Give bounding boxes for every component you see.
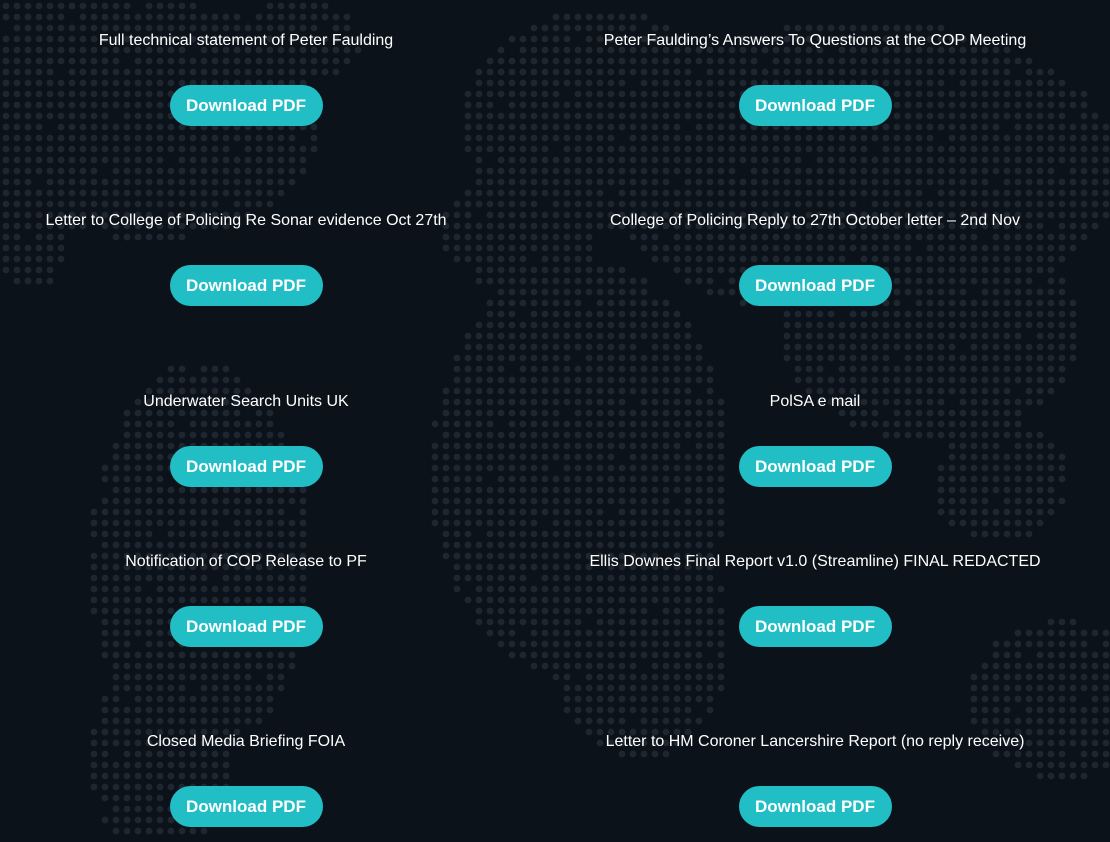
document-item: Underwater Search Units UK Download PDF <box>0 392 511 487</box>
download-pdf-button[interactable]: Download PDF <box>738 265 892 306</box>
download-pdf-button[interactable]: Download PDF <box>169 446 323 487</box>
document-title: Full technical statement of Peter Fauldi… <box>98 32 394 49</box>
document-title: PolSA e mail <box>769 393 861 410</box>
document-item: Full technical statement of Peter Fauldi… <box>0 31 511 126</box>
document-title: Closed Media Briefing FOIA <box>146 733 346 750</box>
document-title: College of Policing Reply to 27th Octobe… <box>609 212 1020 229</box>
document-title: Ellis Downes Final Report v1.0 (Streamli… <box>589 553 1041 570</box>
document-item: Letter to College of Policing Re Sonar e… <box>0 211 511 306</box>
download-pdf-button[interactable]: Download PDF <box>738 606 892 647</box>
download-pdf-button[interactable]: Download PDF <box>738 446 892 487</box>
document-title: Peter Faulding’s Answers To Questions at… <box>603 32 1027 49</box>
document-item: Peter Faulding’s Answers To Questions at… <box>550 31 1080 126</box>
download-pdf-button[interactable]: Download PDF <box>169 786 323 827</box>
document-item: Notification of COP Release to PF Downlo… <box>0 552 511 647</box>
document-item: Letter to HM Coroner Lancershire Report … <box>550 732 1080 827</box>
document-title: Notification of COP Release to PF <box>125 553 367 570</box>
download-pdf-button[interactable]: Download PDF <box>738 85 892 126</box>
download-pdf-button[interactable]: Download PDF <box>169 85 323 126</box>
document-item: PolSA e mail Download PDF <box>550 392 1080 487</box>
document-item: Ellis Downes Final Report v1.0 (Streamli… <box>550 552 1080 647</box>
document-downloads: Full technical statement of Peter Fauldi… <box>0 0 1110 842</box>
document-item: Closed Media Briefing FOIA Download PDF <box>0 732 511 827</box>
document-item: College of Policing Reply to 27th Octobe… <box>550 211 1080 306</box>
document-title: Letter to HM Coroner Lancershire Report … <box>605 733 1025 750</box>
download-pdf-button[interactable]: Download PDF <box>169 606 323 647</box>
document-title: Letter to College of Policing Re Sonar e… <box>45 212 447 229</box>
download-pdf-button[interactable]: Download PDF <box>738 786 892 827</box>
document-title: Underwater Search Units UK <box>143 393 349 410</box>
download-pdf-button[interactable]: Download PDF <box>169 265 323 306</box>
